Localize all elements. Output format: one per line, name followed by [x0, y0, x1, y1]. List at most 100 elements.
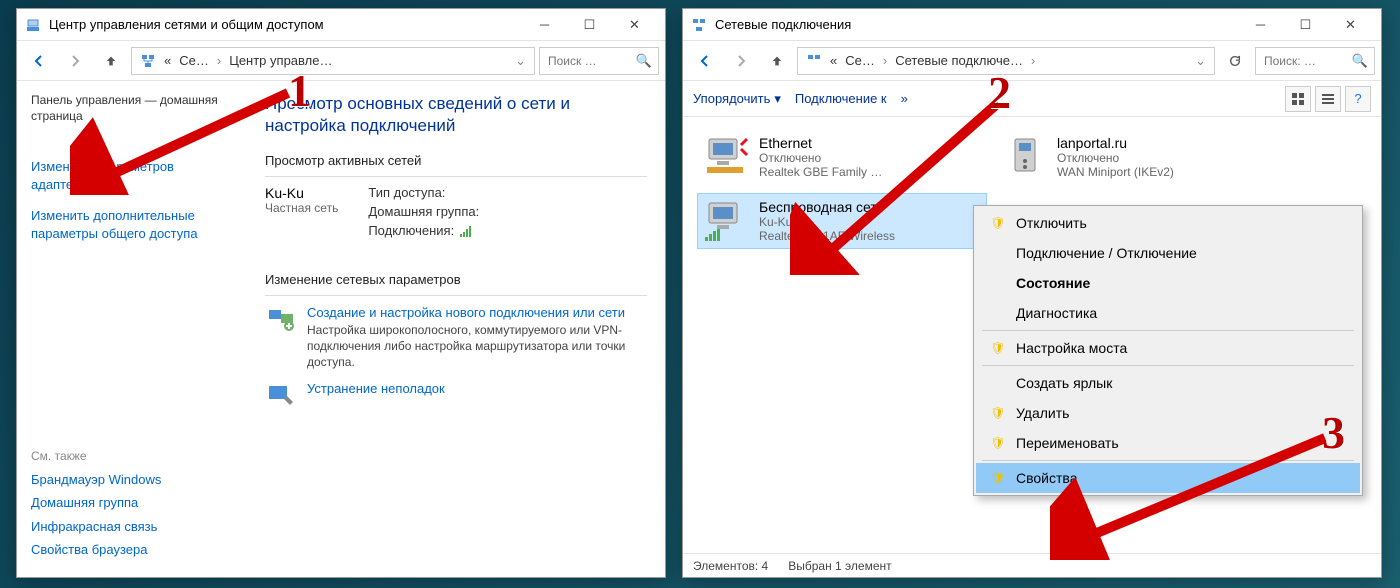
up-button[interactable] — [761, 46, 793, 76]
link-adapter-settings[interactable]: Изменение параметров адаптера — [31, 158, 233, 193]
view-button-2[interactable] — [1315, 86, 1341, 112]
panel-home-label[interactable]: Панель управления — домашняя страница — [31, 93, 233, 124]
chevron-down-icon[interactable]: ⌄ — [1191, 53, 1210, 69]
conn-status: Ku-Ku — [759, 215, 895, 229]
help-button[interactable]: ? — [1345, 86, 1371, 112]
wizard-new-connection-icon — [265, 304, 297, 336]
wizard-troubleshoot-icon — [265, 380, 297, 412]
bc-seg[interactable]: Центр управле… — [225, 53, 336, 68]
status-elements: Элементов: 4 — [693, 559, 768, 573]
link-troubleshoot[interactable]: Устранение неполадок — [307, 380, 445, 398]
maximize-button[interactable]: ☐ — [1283, 10, 1328, 40]
breadcrumb[interactable]: « Се… › Центр управле… ⌄ — [131, 47, 535, 75]
network-icon — [806, 53, 822, 69]
search-icon[interactable]: 🔍 — [636, 53, 652, 69]
window-network-connections: Сетевые подключения ─ ☐ ✕ « Се… › Сетевы… — [682, 8, 1382, 578]
bc-seg[interactable]: « — [826, 53, 841, 68]
see-also: См. также Брандмауэр Windows Домашняя гр… — [31, 449, 233, 565]
link-new-connection[interactable]: Создание и настройка нового подключения … — [307, 304, 647, 322]
refresh-button[interactable] — [1219, 46, 1251, 76]
signal-icon — [460, 225, 471, 237]
cm-delete[interactable]: 🛡Удалить — [976, 398, 1360, 428]
section-active-nets: Просмотр активных сетей — [265, 153, 647, 168]
connection-wireless[interactable]: Беспроводная сеть Ku-Ku Realtek 8821AE W… — [697, 193, 987, 249]
conn-device: WAN Miniport (IKEv2) — [1057, 165, 1174, 179]
wifi-icon — [703, 199, 751, 241]
app-icon — [691, 17, 707, 33]
bc-seg[interactable]: « — [160, 53, 175, 68]
more-button[interactable]: » — [901, 91, 908, 106]
link-advanced-sharing[interactable]: Изменить дополнительные параметры общего… — [31, 207, 233, 242]
kv-homegroup: Домашняя группа: — [368, 204, 479, 219]
link-browser-props[interactable]: Свойства браузера — [31, 541, 233, 559]
content: Просмотр основных сведений о сети и наст… — [247, 81, 665, 577]
menu-separator — [982, 365, 1354, 366]
kv-access: Тип доступа: — [368, 185, 445, 200]
wiz-new-conn-desc: Настройка широкополосного, коммутируемог… — [307, 322, 647, 371]
cm-diagnostics[interactable]: Диагностика — [976, 298, 1360, 328]
forward-button[interactable] — [725, 46, 757, 76]
window-title: Сетевые подключения — [715, 17, 1238, 32]
vpn-icon — [1001, 135, 1049, 177]
cm-shortcut[interactable]: Создать ярлык — [976, 368, 1360, 398]
conn-name: lanportal.ru — [1057, 135, 1174, 151]
kv-connections: Подключения: — [368, 223, 454, 238]
shield-icon: 🛡 — [990, 406, 1006, 420]
cm-rename[interactable]: 🛡Переименовать — [976, 428, 1360, 458]
separator — [265, 176, 647, 177]
cm-disable[interactable]: 🛡Отключить — [976, 208, 1360, 238]
cm-state[interactable]: Состояние — [976, 268, 1360, 298]
shield-icon: 🛡 — [990, 436, 1006, 450]
bc-seg[interactable]: Се… — [841, 53, 879, 68]
chevron-down-icon: ▾ — [774, 91, 781, 107]
network-name: Ku-Ku — [265, 185, 338, 201]
search-box[interactable]: 🔍 — [1255, 47, 1375, 75]
bc-seg[interactable]: Се… — [175, 53, 213, 68]
search-input[interactable] — [1262, 53, 1352, 69]
forward-button[interactable] — [59, 46, 91, 76]
up-button[interactable] — [95, 46, 127, 76]
addressbar: « Се… › Центр управле… ⌄ 🔍 — [17, 41, 665, 81]
chevron-right-icon: › — [1027, 53, 1039, 68]
app-icon — [25, 17, 41, 33]
chevron-down-icon[interactable]: ⌄ — [511, 53, 530, 69]
search-box[interactable]: 🔍 — [539, 47, 659, 75]
menu-separator — [982, 460, 1354, 461]
conn-status: Отключено — [759, 151, 882, 165]
statusbar: Элементов: 4 Выбран 1 элемент — [683, 553, 1381, 577]
cm-connect-disconnect[interactable]: Подключение / Отключение — [976, 238, 1360, 268]
back-button[interactable] — [23, 46, 55, 76]
conn-device: Realtek 8821AE Wireless — [759, 229, 895, 243]
minimize-button[interactable]: ─ — [1238, 10, 1283, 40]
connections-area[interactable]: Ethernet Отключено Realtek GBE Family … … — [683, 117, 1381, 553]
connect-to-button[interactable]: Подключение к — [795, 91, 887, 106]
cm-bridge[interactable]: 🛡Настройка моста — [976, 333, 1360, 363]
link-firewall[interactable]: Брандмауэр Windows — [31, 471, 233, 489]
close-button[interactable]: ✕ — [1328, 10, 1373, 40]
conn-name: Ethernet — [759, 135, 882, 151]
shield-icon: 🛡 — [990, 471, 1006, 485]
addressbar: « Се… › Сетевые подключе… › ⌄ 🔍 — [683, 41, 1381, 81]
conn-device: Realtek GBE Family … — [759, 165, 882, 179]
link-homegroup[interactable]: Домашняя группа — [31, 494, 233, 512]
back-button[interactable] — [689, 46, 721, 76]
page-title: Просмотр основных сведений о сети и наст… — [265, 93, 647, 137]
bc-seg[interactable]: Сетевые подключе… — [891, 53, 1027, 68]
connection-ethernet[interactable]: Ethernet Отключено Realtek GBE Family … — [697, 129, 987, 185]
connection-lanportal[interactable]: lanportal.ru Отключено WAN Miniport (IKE… — [995, 129, 1285, 185]
maximize-button[interactable]: ☐ — [567, 10, 612, 40]
minimize-button[interactable]: ─ — [522, 10, 567, 40]
cm-properties[interactable]: 🛡Свойства — [976, 463, 1360, 493]
organize-button[interactable]: Упорядочить ▾ — [693, 91, 781, 107]
section-change-settings: Изменение сетевых параметров — [265, 272, 647, 287]
titlebar[interactable]: Центр управления сетями и общим доступом… — [17, 9, 665, 41]
search-icon[interactable]: 🔍 — [1352, 53, 1368, 69]
shield-icon: 🛡 — [990, 341, 1006, 355]
view-button-1[interactable] — [1285, 86, 1311, 112]
titlebar[interactable]: Сетевые подключения ─ ☐ ✕ — [683, 9, 1381, 41]
link-infrared[interactable]: Инфракрасная связь — [31, 518, 233, 536]
breadcrumb[interactable]: « Се… › Сетевые подключе… › ⌄ — [797, 47, 1215, 75]
search-input[interactable] — [546, 53, 636, 69]
status-selected: Выбран 1 элемент — [788, 559, 891, 573]
close-button[interactable]: ✕ — [612, 10, 657, 40]
